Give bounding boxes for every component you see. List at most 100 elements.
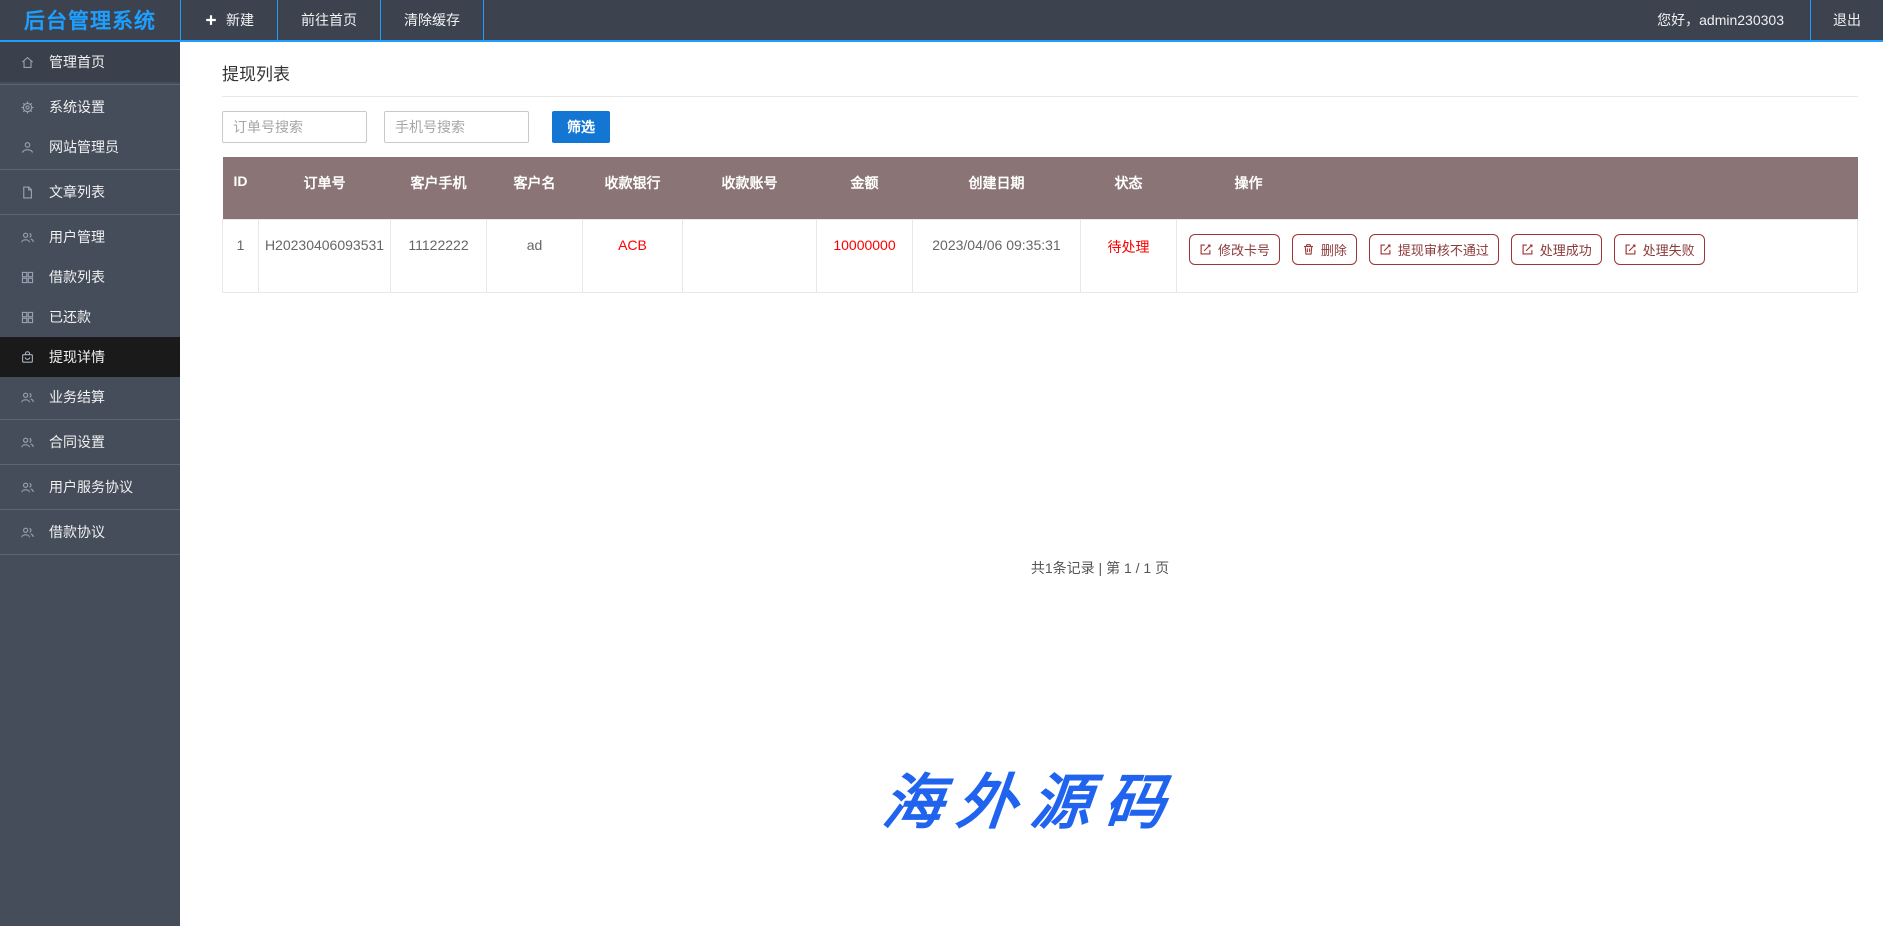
sidebar-item-system-settings[interactable]: 系统设置 (0, 87, 180, 127)
sidebar-item-label: 管理首页 (49, 52, 105, 72)
sidebar-item-withdraw-detail[interactable]: 提现详情 (0, 337, 180, 377)
cell-phone: 11122222 (391, 219, 487, 292)
page-title: 提现列表 (222, 60, 1858, 97)
cell-status: 待处理 (1081, 219, 1177, 292)
sidebar-item-user-service-agreement[interactable]: 用户服务协议 (0, 467, 180, 507)
users-icon (20, 230, 35, 245)
cell-actions: 修改卡号 删除 提现审核不通过 (1177, 219, 1858, 292)
sidebar: 管理首页 系统设置 网站管理员 文章列表 用户管理 借款列表 (0, 42, 180, 926)
plus-icon (204, 13, 218, 27)
action-process-success-button[interactable]: 处理成功 (1511, 234, 1602, 265)
sidebar-item-label: 借款列表 (49, 267, 105, 287)
action-edit-card-button[interactable]: 修改卡号 (1189, 234, 1280, 265)
col-header-status: 状态 (1081, 157, 1177, 219)
users-icon (20, 480, 35, 495)
pagination-info: 共1条记录 | 第 1 / 1 页 (282, 558, 1883, 578)
user-greeting: 您好，admin230303 (1631, 0, 1810, 40)
sidebar-item-dashboard[interactable]: 管理首页 (0, 42, 180, 82)
action-button-label: 处理失败 (1643, 240, 1695, 259)
col-header-bank: 收款银行 (583, 157, 683, 219)
cell-order-no: H20230406093531 (259, 219, 391, 292)
topnav-item-label: 清除缓存 (404, 10, 460, 30)
main-content: 提现列表 筛选 ID 订单号 客户手机 客户名 收款银行 收款账号 金额 (180, 42, 1883, 926)
action-button-label: 处理成功 (1540, 240, 1592, 259)
action-delete-button[interactable]: 删除 (1292, 234, 1357, 265)
topnav-item-clear-cache[interactable]: 清除缓存 (380, 0, 484, 40)
action-button-label: 提现审核不通过 (1398, 240, 1489, 259)
grid-icon (20, 270, 35, 285)
action-button-label: 修改卡号 (1218, 240, 1270, 259)
sidebar-divider (0, 554, 180, 555)
cell-account (683, 219, 817, 292)
sidebar-item-label: 已还款 (49, 307, 91, 327)
sidebar-item-business-settlement[interactable]: 业务结算 (0, 377, 180, 417)
withdraw-table: ID 订单号 客户手机 客户名 收款银行 收款账号 金额 创建日期 状态 操作 … (222, 157, 1858, 293)
order-search-input[interactable] (222, 111, 367, 143)
app-logo: 后台管理系统 (0, 0, 180, 40)
sidebar-divider (0, 84, 180, 85)
action-audit-reject-button[interactable]: 提现审核不通过 (1369, 234, 1499, 265)
topnav-item-label: 前往首页 (301, 10, 357, 30)
edit-icon (1521, 243, 1534, 256)
topbar: 后台管理系统 新建 前往首页 清除缓存 您好，admin230303 退出 (0, 0, 1883, 42)
cell-amount: 10000000 (817, 219, 913, 292)
user-icon (20, 140, 35, 155)
withdraw-table-wrap: ID 订单号 客户手机 客户名 收款银行 收款账号 金额 创建日期 状态 操作 … (222, 157, 1858, 293)
cell-customer: ad (487, 219, 583, 292)
sidebar-item-article-list[interactable]: 文章列表 (0, 172, 180, 212)
topbar-nav: 新建 前往首页 清除缓存 (180, 0, 484, 40)
sidebar-item-contract-settings[interactable]: 合同设置 (0, 422, 180, 462)
home-icon (20, 55, 35, 70)
users-icon (20, 390, 35, 405)
sidebar-divider (0, 509, 180, 510)
sidebar-divider (0, 169, 180, 170)
topbar-right: 您好，admin230303 退出 (1631, 0, 1883, 40)
action-process-fail-button[interactable]: 处理失败 (1614, 234, 1705, 265)
cell-created: 2023/04/06 09:35:31 (913, 219, 1081, 292)
sidebar-item-label: 借款协议 (49, 522, 105, 542)
sidebar-item-loan-agreement[interactable]: 借款协议 (0, 512, 180, 552)
topnav-item-label: 新建 (226, 10, 254, 30)
sidebar-item-label: 用户服务协议 (49, 477, 133, 497)
filter-button[interactable]: 筛选 (552, 111, 610, 143)
sidebar-item-label: 提现详情 (49, 347, 105, 367)
sidebar-item-label: 合同设置 (49, 432, 105, 452)
file-icon (20, 185, 35, 200)
col-header-customer: 客户名 (487, 157, 583, 219)
topnav-item-go-home[interactable]: 前往首页 (277, 0, 380, 40)
cell-id: 1 (223, 219, 259, 292)
col-header-id: ID (223, 157, 259, 219)
users-icon (20, 525, 35, 540)
briefcase-icon (20, 350, 35, 365)
topnav-item-new[interactable]: 新建 (180, 0, 277, 40)
trash-icon (1302, 243, 1315, 256)
sidebar-divider (0, 214, 180, 215)
col-header-phone: 客户手机 (391, 157, 487, 219)
sidebar-item-label: 用户管理 (49, 227, 105, 247)
edit-icon (1199, 243, 1212, 256)
sidebar-item-label: 文章列表 (49, 182, 105, 202)
table-row: 1 H20230406093531 11122222 ad ACB 100000… (223, 219, 1858, 292)
col-header-created: 创建日期 (913, 157, 1081, 219)
sidebar-item-user-management[interactable]: 用户管理 (0, 217, 180, 257)
sidebar-item-repaid[interactable]: 已还款 (0, 297, 180, 337)
table-header-row: ID 订单号 客户手机 客户名 收款银行 收款账号 金额 创建日期 状态 操作 (223, 157, 1858, 219)
logout-button[interactable]: 退出 (1810, 0, 1883, 40)
phone-search-input[interactable] (384, 111, 529, 143)
sidebar-item-label: 系统设置 (49, 97, 105, 117)
sidebar-divider (0, 464, 180, 465)
edit-icon (1379, 243, 1392, 256)
col-header-order-no: 订单号 (259, 157, 391, 219)
col-header-amount: 金额 (817, 157, 913, 219)
gear-icon (20, 100, 35, 115)
sidebar-item-label: 业务结算 (49, 387, 105, 407)
edit-icon (1624, 243, 1637, 256)
sidebar-item-site-admin[interactable]: 网站管理员 (0, 127, 180, 167)
action-button-label: 删除 (1321, 240, 1347, 259)
watermark-text: 海外源码 (175, 754, 1883, 841)
col-header-account: 收款账号 (683, 157, 817, 219)
grid-icon (20, 310, 35, 325)
search-toolbar: 筛选 (222, 111, 1858, 143)
cell-bank: ACB (583, 219, 683, 292)
sidebar-item-loan-list[interactable]: 借款列表 (0, 257, 180, 297)
